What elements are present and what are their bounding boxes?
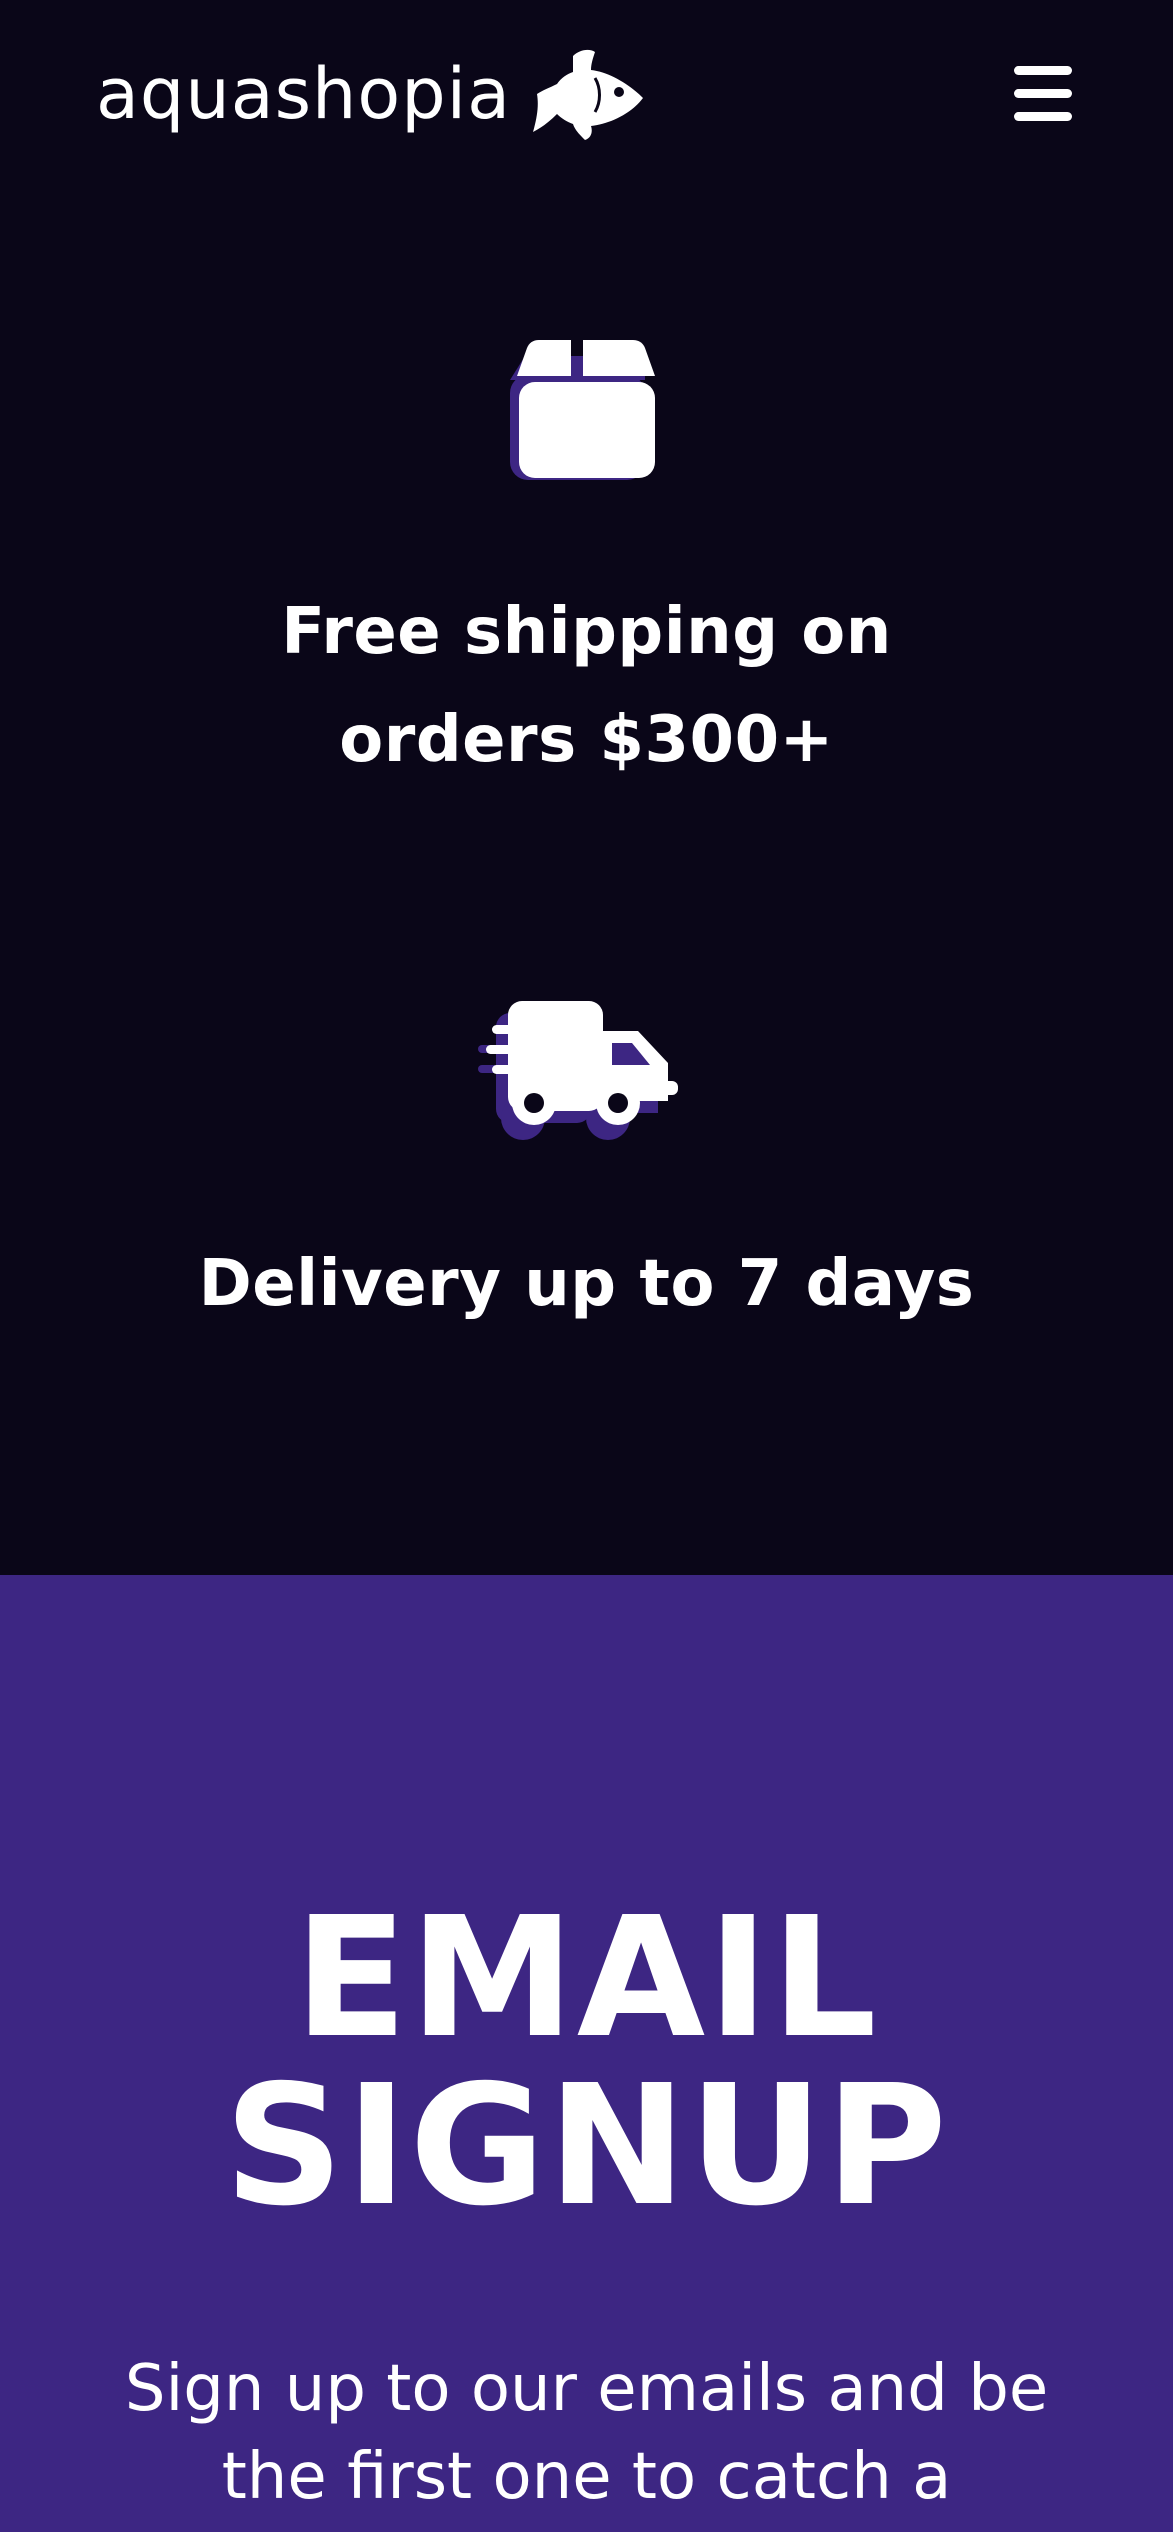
logo-text: aquashopia [96, 53, 512, 135]
box-icon [510, 340, 655, 480]
signup-description: Sign up to our emails and be the first o… [124, 2352, 1049, 2514]
signup-title: EMAIL SIGNUP [224, 1882, 949, 2243]
features-section: Free shipping on orders $300+ Delivery u… [0, 200, 1173, 1575]
logo[interactable]: aquashopia [96, 48, 651, 140]
feature-free-shipping: Free shipping on orders $300+ [281, 595, 892, 777]
feature-delivery: Delivery up to 7 days [198, 1247, 975, 1321]
fast-truck-icon [478, 1001, 678, 1140]
fish-icon [533, 49, 644, 140]
site-header: aquashopia [0, 0, 1173, 200]
page: aquashopia Free shipping on orders $300+ [0, 0, 1173, 2532]
email-signup-section: EMAIL SIGNUP Sign up to our emails and b… [0, 1575, 1173, 2532]
hamburger-menu-icon[interactable] [1008, 62, 1078, 124]
